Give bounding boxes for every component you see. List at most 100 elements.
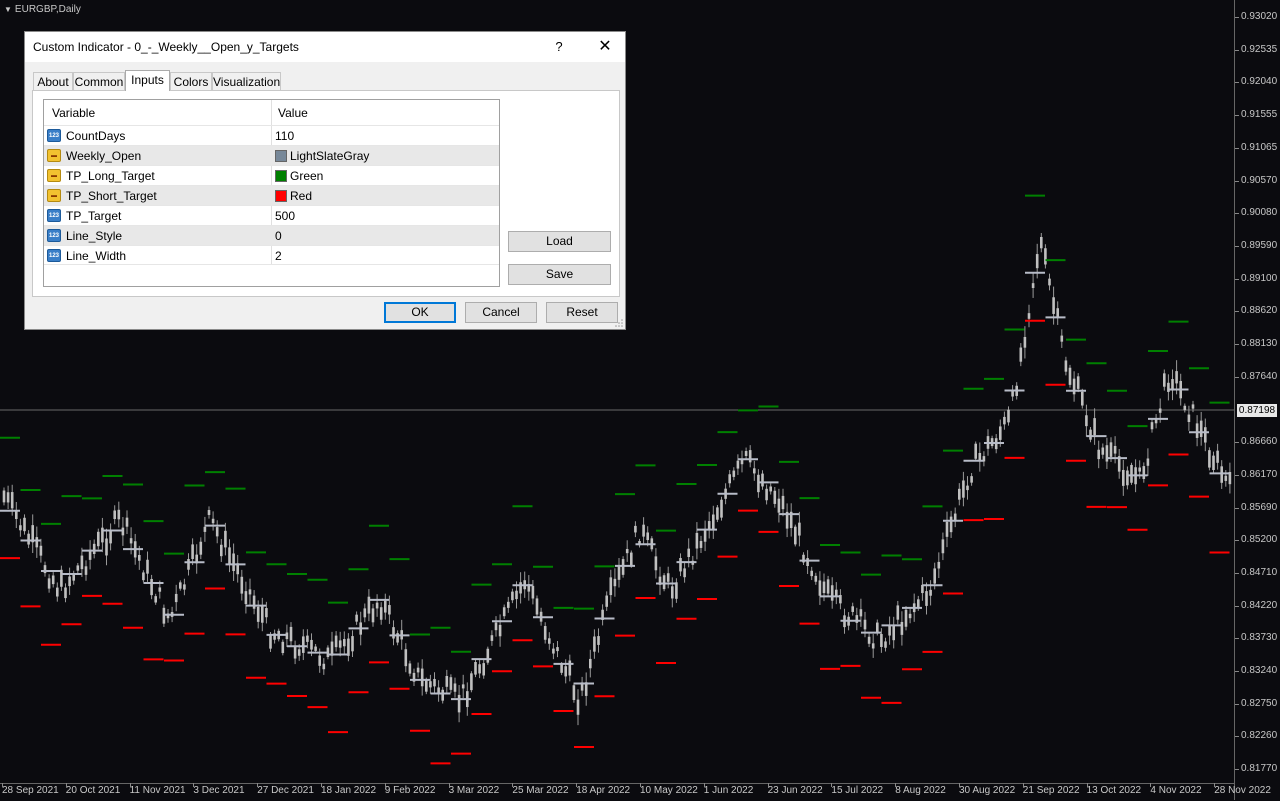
int-param-icon: 123 [47,209,61,222]
candle-body [97,531,100,547]
candle-body [1060,335,1064,342]
candle-body [1208,450,1211,468]
candle-body [47,578,51,589]
candle-body [818,580,822,596]
variable-value[interactable]: 110 [275,129,294,143]
candle-body [679,557,682,572]
variable-value[interactable]: Green [290,169,323,183]
variable-value[interactable]: LightSlateGray [290,149,369,163]
candle-body [478,664,481,674]
candle-body [19,525,22,531]
price-tick-label: 0.89590 [1234,239,1278,251]
candle-body [974,443,977,459]
candle-body [1101,447,1105,455]
candle-body [654,556,658,571]
candle-body [548,638,551,644]
resize-grip-icon[interactable] [615,319,623,327]
variable-name: Weekly_Open [66,149,142,163]
input-row-countdays[interactable]: 123 CountDays 110 [44,125,499,145]
candle-body [453,683,457,692]
candle-body [1158,408,1162,413]
close-button[interactable]: ✕ [593,36,617,58]
candle-body [1138,467,1141,472]
candle-body [1212,455,1215,471]
time-tick-label: 9 Feb 2022 [384,783,436,796]
candle-body [1150,422,1154,430]
variable-value[interactable]: Red [290,189,312,203]
candle-body [896,605,900,620]
candle-body [1003,416,1006,425]
candle-body [302,636,305,653]
current-price-label: 0.87198 [1237,404,1277,417]
candle-body [174,593,178,603]
candle-body [568,660,572,676]
price-tick-label: 0.88130 [1234,338,1278,349]
candle-body [1023,336,1027,348]
candle-body [1085,415,1088,427]
input-row-tp-target[interactable]: 123 TP_Target 500 [44,205,499,225]
price-tick-label: 0.89100 [1234,272,1278,284]
candle-body [519,582,522,594]
symbol-label: EURGBP,Daily [14,4,81,15]
candle-body [597,636,600,645]
tab-visualization[interactable]: Visualization [212,72,281,90]
column-header-variable: Variable [52,106,96,120]
candle-body [908,613,912,619]
tab-common[interactable]: Common [73,72,125,90]
input-row-weekly-open[interactable]: ▬ Weekly_Open LightSlateGray [44,145,499,165]
candle-body [806,558,809,567]
candle-body [220,544,223,557]
save-button[interactable]: Save [508,264,611,285]
candle-body [646,532,649,541]
candle-body [531,585,535,599]
chart-menu-icon[interactable]: ▼ [4,5,12,14]
candle-body [884,641,887,648]
candle-body [2,490,6,503]
help-button[interactable]: ? [547,36,571,58]
cancel-button[interactable]: Cancel [465,302,537,323]
candle-body [757,474,760,493]
reset-button[interactable]: Reset [546,302,618,323]
variable-name: CountDays [66,129,126,143]
candle-body [761,473,764,487]
color-swatch [275,150,287,162]
variable-value[interactable]: 0 [275,229,282,243]
time-tick-label: 28 Sep 2021 [2,783,59,796]
tab-colors[interactable]: Colors [170,72,212,90]
candle-body [1007,409,1010,423]
input-row-tp-short-target[interactable]: ▬ TP_Short_Target Red [44,185,499,205]
dialog-titlebar[interactable]: Custom Indicator - 0_-_Weekly__Open_y_Ta… [25,32,625,62]
candle-body [314,646,317,651]
candle-body [142,572,145,581]
candle-body [1122,469,1125,486]
input-row-line-width[interactable]: 123 Line_Width 2 [44,245,499,265]
candle-body [613,578,617,587]
ok-button[interactable]: OK [384,302,456,323]
tab-about[interactable]: About [33,72,73,90]
input-row-line-style[interactable]: 123 Line_Style 0 [44,225,499,245]
candle-body [125,517,129,527]
load-button[interactable]: Load [508,231,611,252]
candle-body [851,606,854,612]
tab-inputs[interactable]: Inputs [125,70,170,91]
variable-value[interactable]: 500 [275,209,295,223]
candle-body [1109,442,1113,457]
candle-body [502,607,506,617]
candle-body [552,648,555,654]
candle-body [113,510,116,520]
candle-body [1224,475,1228,481]
candle-body [929,589,932,596]
variable-value[interactable]: 2 [275,249,282,263]
candle-body [445,675,449,687]
candle-body [457,694,461,713]
candle-body [1035,254,1039,269]
candle-body [433,678,436,687]
candle-body [347,638,350,656]
price-tick-label: 0.90080 [1234,207,1278,219]
input-row-tp-long-target[interactable]: ▬ TP_Long_Target Green [44,165,499,185]
time-tick-label: 23 Jun 2022 [767,783,823,796]
candle-body [474,662,477,675]
candle-body [470,673,473,691]
candle-body [351,636,354,652]
candle-body [39,545,43,556]
